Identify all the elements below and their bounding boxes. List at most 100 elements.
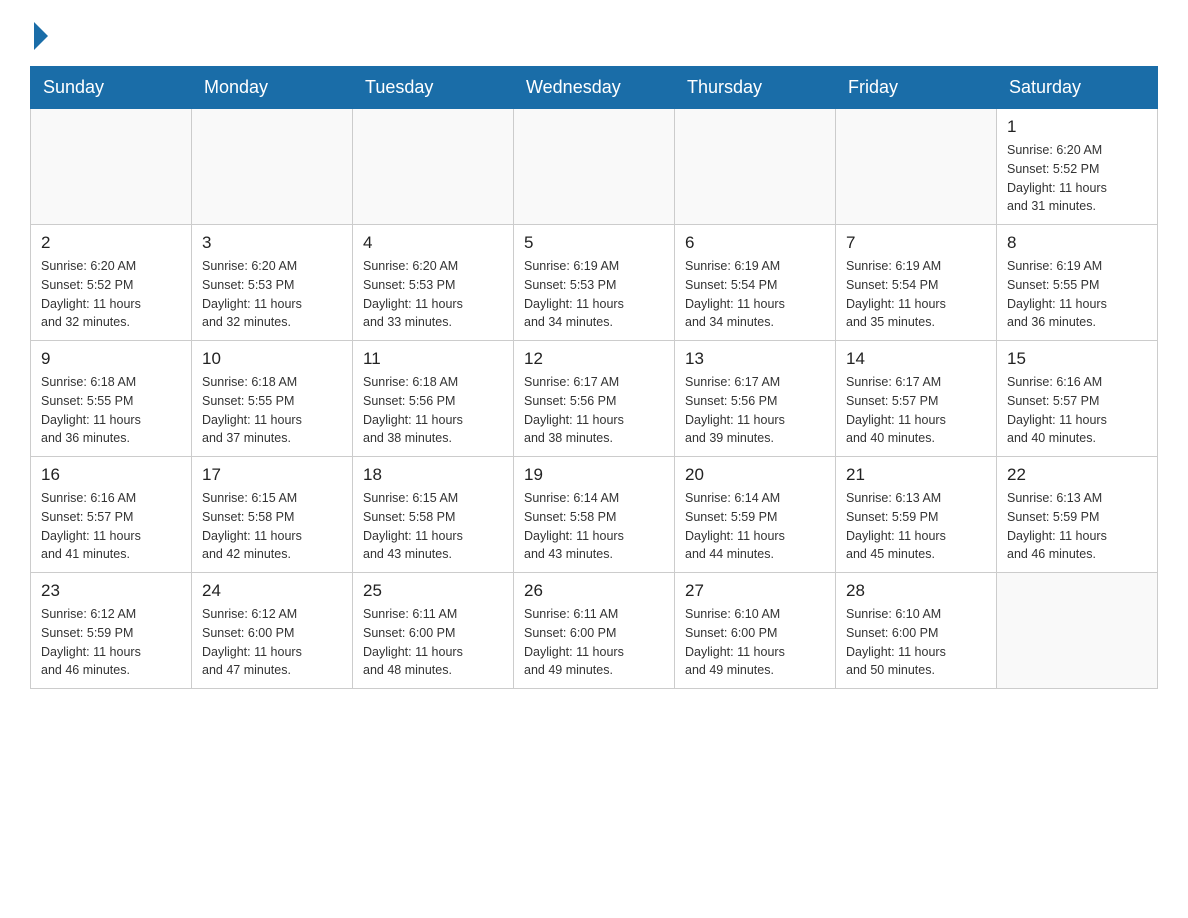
calendar-cell: 16Sunrise: 6:16 AM Sunset: 5:57 PM Dayli… xyxy=(31,457,192,573)
day-number: 27 xyxy=(685,581,825,601)
weekday-header-wednesday: Wednesday xyxy=(514,67,675,109)
logo xyxy=(30,20,48,46)
weekday-header-tuesday: Tuesday xyxy=(353,67,514,109)
calendar-cell: 19 Sunrise: 6:14 AM Sunset: 5:58 PM Dayli… xyxy=(514,457,675,573)
weekday-header-friday: Friday xyxy=(836,67,997,109)
day-info: Sunrise: 6:16 AM Sunset: 5:57 PM Dayligh… xyxy=(1007,373,1147,448)
day-info: Sunrise: 6:19 AM Sunset: 5:55 PM Dayligh… xyxy=(1007,257,1147,332)
calendar-cell: 24 Sunrise: 6:12 AM Sunset: 6:00 PM Dayli… xyxy=(192,573,353,689)
week-row-3: 16Sunrise: 6:16 AM Sunset: 5:57 PM Dayli… xyxy=(31,457,1158,573)
day-number: 8 xyxy=(1007,233,1147,253)
day-number: 26 xyxy=(524,581,664,601)
day-info: Sunrise: 6:18 AM Sunset: 5:55 PM Dayligh… xyxy=(41,373,181,448)
day-number: 3 xyxy=(202,233,342,253)
day-number: 28 xyxy=(846,581,986,601)
day-info: Sunrise: 6:13 AM Sunset: 5:59 PM Dayligh… xyxy=(1007,489,1147,564)
day-info: Sunrise: 6:12 AM Sunset: 6:00 PM Dayligh… xyxy=(202,605,342,680)
day-number: 1 xyxy=(1007,117,1147,137)
day-number: 11 xyxy=(363,349,503,369)
day-info: Sunrise: 6:12 AM Sunset: 5:59 PM Dayligh… xyxy=(41,605,181,680)
calendar-cell: 15 Sunrise: 6:16 AM Sunset: 5:57 PM Dayli… xyxy=(997,341,1158,457)
day-info: Sunrise: 6:17 AM Sunset: 5:57 PM Dayligh… xyxy=(846,373,986,448)
week-row-0: 1 Sunrise: 6:20 AM Sunset: 5:52 PM Daylig… xyxy=(31,109,1158,225)
day-number: 5 xyxy=(524,233,664,253)
day-info: Sunrise: 6:18 AM Sunset: 5:55 PM Dayligh… xyxy=(202,373,342,448)
day-number: 10 xyxy=(202,349,342,369)
day-number: 22 xyxy=(1007,465,1147,485)
day-info: Sunrise: 6:17 AM Sunset: 5:56 PM Dayligh… xyxy=(685,373,825,448)
calendar-cell: 4 Sunrise: 6:20 AM Sunset: 5:53 PM Daylig… xyxy=(353,225,514,341)
calendar-cell: 13 Sunrise: 6:17 AM Sunset: 5:56 PM Dayli… xyxy=(675,341,836,457)
calendar-cell: 1 Sunrise: 6:20 AM Sunset: 5:52 PM Daylig… xyxy=(997,109,1158,225)
weekday-header-saturday: Saturday xyxy=(997,67,1158,109)
calendar-cell: 22 Sunrise: 6:13 AM Sunset: 5:59 PM Dayli… xyxy=(997,457,1158,573)
calendar-cell: 11 Sunrise: 6:18 AM Sunset: 5:56 PM Dayli… xyxy=(353,341,514,457)
week-row-4: 23 Sunrise: 6:12 AM Sunset: 5:59 PM Dayli… xyxy=(31,573,1158,689)
calendar-cell: 25 Sunrise: 6:11 AM Sunset: 6:00 PM Dayli… xyxy=(353,573,514,689)
day-info: Sunrise: 6:14 AM Sunset: 5:58 PM Dayligh… xyxy=(524,489,664,564)
day-info: Sunrise: 6:19 AM Sunset: 5:54 PM Dayligh… xyxy=(846,257,986,332)
calendar-cell: 20 Sunrise: 6:14 AM Sunset: 5:59 PM Dayli… xyxy=(675,457,836,573)
calendar-cell: 8 Sunrise: 6:19 AM Sunset: 5:55 PM Daylig… xyxy=(997,225,1158,341)
day-number: 4 xyxy=(363,233,503,253)
calendar-cell xyxy=(514,109,675,225)
calendar-cell: 26 Sunrise: 6:11 AM Sunset: 6:00 PM Dayli… xyxy=(514,573,675,689)
day-number: 17 xyxy=(202,465,342,485)
day-info: Sunrise: 6:19 AM Sunset: 5:53 PM Dayligh… xyxy=(524,257,664,332)
weekday-header-row: SundayMondayTuesdayWednesdayThursdayFrid… xyxy=(31,67,1158,109)
week-row-2: 9 Sunrise: 6:18 AM Sunset: 5:55 PM Daylig… xyxy=(31,341,1158,457)
calendar-cell: 21 Sunrise: 6:13 AM Sunset: 5:59 PM Dayli… xyxy=(836,457,997,573)
calendar-table: SundayMondayTuesdayWednesdayThursdayFrid… xyxy=(30,66,1158,689)
day-info: Sunrise: 6:10 AM Sunset: 6:00 PM Dayligh… xyxy=(685,605,825,680)
day-number: 25 xyxy=(363,581,503,601)
calendar-cell xyxy=(997,573,1158,689)
calendar-cell: 5 Sunrise: 6:19 AM Sunset: 5:53 PM Daylig… xyxy=(514,225,675,341)
calendar-cell: 14 Sunrise: 6:17 AM Sunset: 5:57 PM Dayli… xyxy=(836,341,997,457)
calendar-cell: 3 Sunrise: 6:20 AM Sunset: 5:53 PM Daylig… xyxy=(192,225,353,341)
calendar-cell: 28 Sunrise: 6:10 AM Sunset: 6:00 PM Dayli… xyxy=(836,573,997,689)
calendar-cell: 9 Sunrise: 6:18 AM Sunset: 5:55 PM Daylig… xyxy=(31,341,192,457)
calendar-cell: 18 Sunrise: 6:15 AM Sunset: 5:58 PM Dayli… xyxy=(353,457,514,573)
day-number: 13 xyxy=(685,349,825,369)
day-info: Sunrise: 6:18 AM Sunset: 5:56 PM Dayligh… xyxy=(363,373,503,448)
calendar-cell: 10 Sunrise: 6:18 AM Sunset: 5:55 PM Dayli… xyxy=(192,341,353,457)
day-info: Sunrise: 6:13 AM Sunset: 5:59 PM Dayligh… xyxy=(846,489,986,564)
day-info: Sunrise: 6:20 AM Sunset: 5:53 PM Dayligh… xyxy=(202,257,342,332)
day-number: 23 xyxy=(41,581,181,601)
day-number: 7 xyxy=(846,233,986,253)
day-number: 6 xyxy=(685,233,825,253)
weekday-header-monday: Monday xyxy=(192,67,353,109)
day-number: 18 xyxy=(363,465,503,485)
calendar-cell: 2Sunrise: 6:20 AM Sunset: 5:52 PM Daylig… xyxy=(31,225,192,341)
day-info: Sunrise: 6:17 AM Sunset: 5:56 PM Dayligh… xyxy=(524,373,664,448)
day-number: 24 xyxy=(202,581,342,601)
calendar-cell: 12Sunrise: 6:17 AM Sunset: 5:56 PM Dayli… xyxy=(514,341,675,457)
calendar-cell xyxy=(192,109,353,225)
day-info: Sunrise: 6:10 AM Sunset: 6:00 PM Dayligh… xyxy=(846,605,986,680)
calendar-cell: 7 Sunrise: 6:19 AM Sunset: 5:54 PM Daylig… xyxy=(836,225,997,341)
day-number: 19 xyxy=(524,465,664,485)
calendar-cell xyxy=(353,109,514,225)
calendar-cell xyxy=(836,109,997,225)
day-info: Sunrise: 6:11 AM Sunset: 6:00 PM Dayligh… xyxy=(524,605,664,680)
weekday-header-sunday: Sunday xyxy=(31,67,192,109)
day-info: Sunrise: 6:20 AM Sunset: 5:52 PM Dayligh… xyxy=(41,257,181,332)
day-number: 20 xyxy=(685,465,825,485)
day-number: 15 xyxy=(1007,349,1147,369)
day-number: 21 xyxy=(846,465,986,485)
day-info: Sunrise: 6:14 AM Sunset: 5:59 PM Dayligh… xyxy=(685,489,825,564)
day-number: 9 xyxy=(41,349,181,369)
calendar-cell: 6Sunrise: 6:19 AM Sunset: 5:54 PM Daylig… xyxy=(675,225,836,341)
calendar-cell xyxy=(675,109,836,225)
day-info: Sunrise: 6:11 AM Sunset: 6:00 PM Dayligh… xyxy=(363,605,503,680)
logo-arrow-icon xyxy=(34,22,48,50)
calendar-cell: 23 Sunrise: 6:12 AM Sunset: 5:59 PM Dayli… xyxy=(31,573,192,689)
day-info: Sunrise: 6:20 AM Sunset: 5:53 PM Dayligh… xyxy=(363,257,503,332)
calendar-cell: 27 Sunrise: 6:10 AM Sunset: 6:00 PM Dayli… xyxy=(675,573,836,689)
day-info: Sunrise: 6:15 AM Sunset: 5:58 PM Dayligh… xyxy=(202,489,342,564)
calendar-cell xyxy=(31,109,192,225)
day-number: 16 xyxy=(41,465,181,485)
day-number: 14 xyxy=(846,349,986,369)
day-info: Sunrise: 6:15 AM Sunset: 5:58 PM Dayligh… xyxy=(363,489,503,564)
day-info: Sunrise: 6:20 AM Sunset: 5:52 PM Dayligh… xyxy=(1007,141,1147,216)
